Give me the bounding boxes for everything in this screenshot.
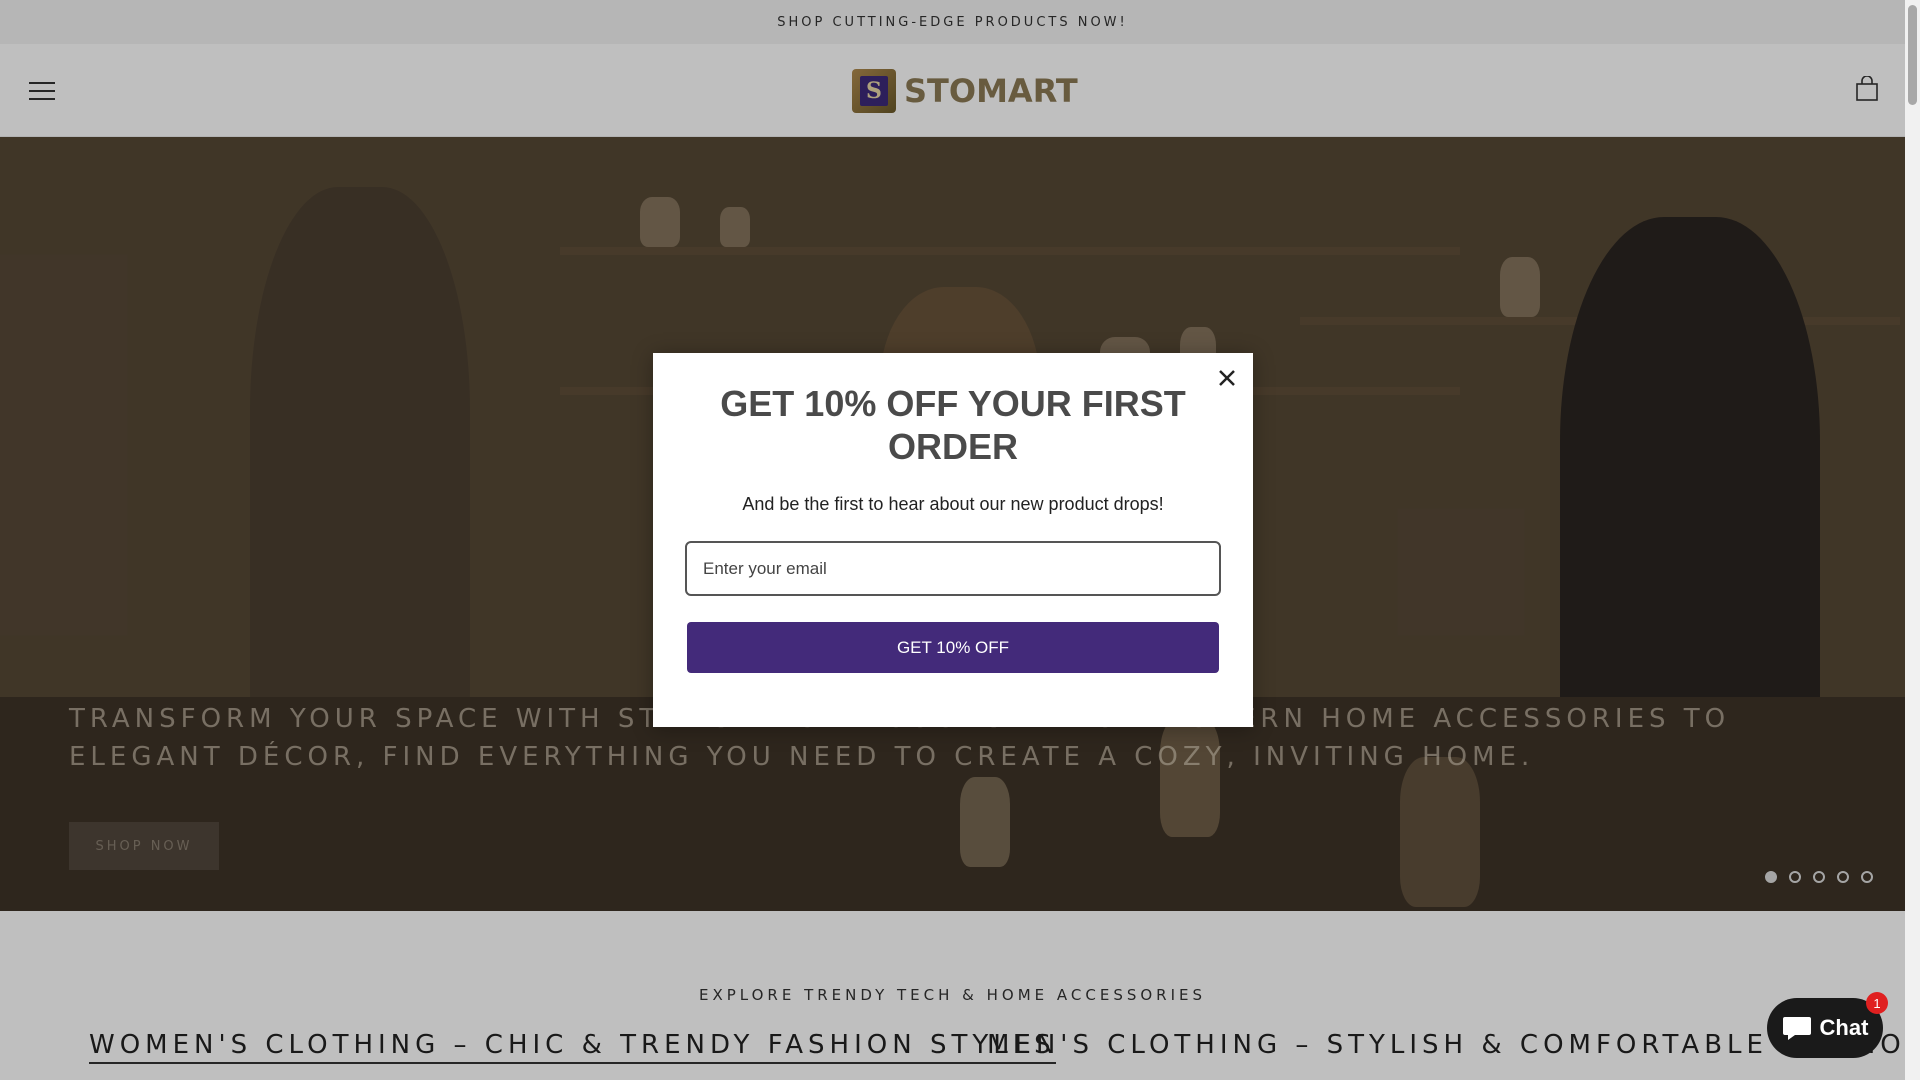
popup-title: GET 10% OFF YOUR FIRST ORDER (720, 383, 1186, 467)
get-discount-button[interactable]: GET 10% OFF (687, 622, 1219, 673)
chat-button[interactable]: Chat (1767, 998, 1883, 1058)
email-field[interactable] (685, 541, 1221, 596)
chat-label: Chat (1819, 1015, 1869, 1040)
page-scrollbar[interactable] (1905, 0, 1920, 1080)
scrollbar-thumb[interactable] (1908, 5, 1917, 105)
chat-unread-badge: 1 (1866, 992, 1888, 1014)
popup-subtitle: And be the first to hear about our new p… (742, 494, 1164, 514)
chat-bubble-icon (1782, 1017, 1811, 1040)
